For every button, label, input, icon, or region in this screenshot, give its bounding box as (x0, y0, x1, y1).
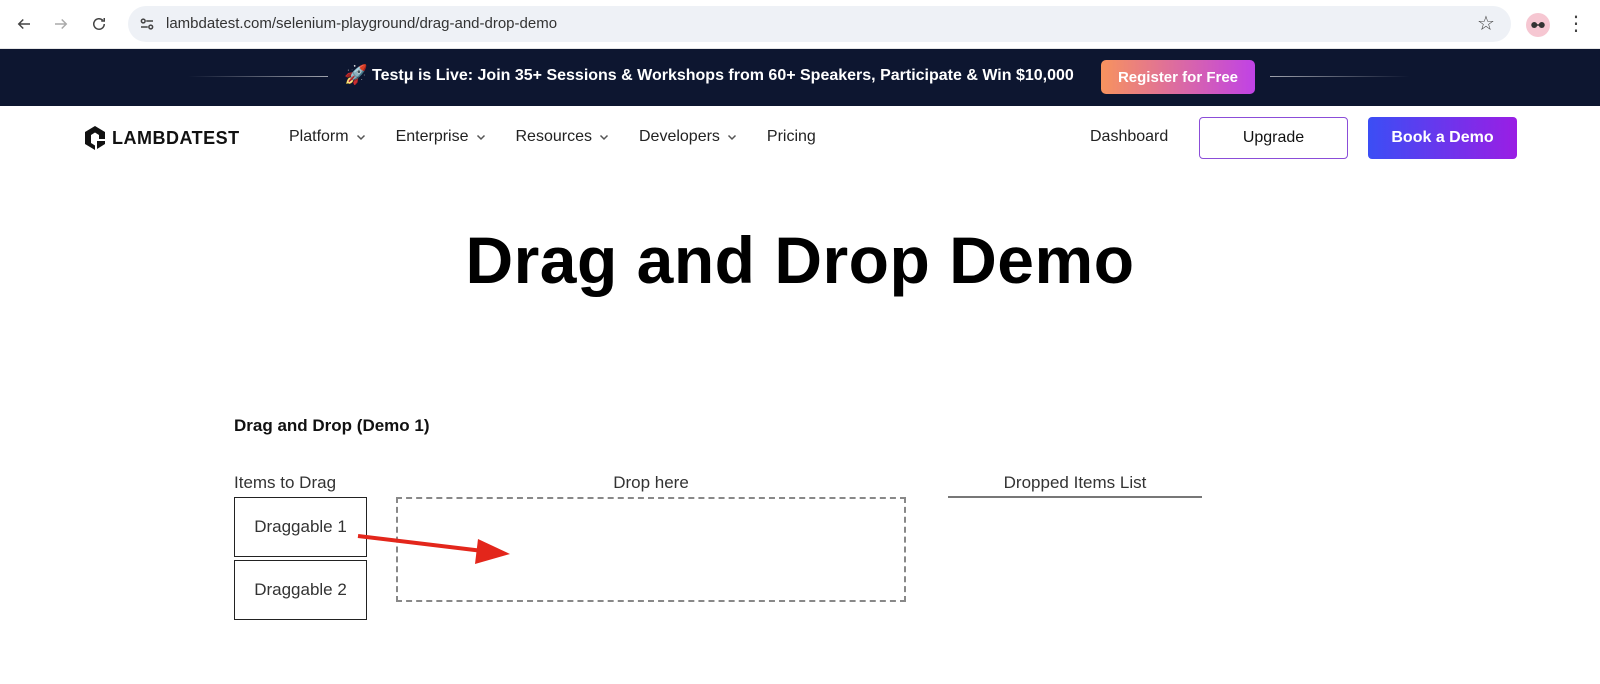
reload-icon[interactable] (87, 12, 111, 36)
logo-text: LAMBDATEST (112, 127, 240, 148)
address-bar[interactable]: lambdatest.com/selenium-playground/drag-… (128, 6, 1511, 42)
chevron-down-icon (356, 134, 365, 141)
book-demo-button[interactable]: Book a Demo (1368, 117, 1517, 159)
menu-item-enterprise[interactable]: Enterprise (396, 128, 486, 146)
site-info-icon[interactable] (138, 15, 156, 33)
upgrade-button[interactable]: Upgrade (1199, 117, 1348, 159)
drop-here-label: Drop here (613, 473, 689, 492)
section-title: Drag and Drop (Demo 1) (234, 416, 430, 435)
menu-item-label: Developers (638, 128, 720, 145)
glasses-icon (1531, 22, 1545, 28)
lambdatest-logo-icon (85, 126, 105, 150)
url-text[interactable]: lambdatest.com/selenium-playground/drag-… (166, 15, 557, 32)
rocket-icon: 🚀 (344, 65, 368, 86)
menu-item-resources[interactable]: Resources (516, 128, 609, 146)
chevron-down-icon (599, 134, 609, 141)
bookmark-star-icon[interactable]: ☆ (1475, 13, 1497, 35)
register-button[interactable]: Register for Free (1101, 60, 1255, 94)
page-title: Drag and Drop Demo (465, 223, 1135, 297)
back-icon[interactable] (12, 12, 36, 36)
drag-direction-arrow-icon (357, 534, 510, 564)
dashboard-link[interactable]: Dashboard (1090, 128, 1168, 146)
items-to-drag-label: Items to Drag (234, 473, 337, 492)
forward-icon[interactable] (49, 12, 73, 36)
lambdatest-logo[interactable]: LAMBDATEST (82, 123, 240, 153)
chevron-down-icon (476, 134, 485, 141)
promo-banner: 🚀 Testμ is Live: Join 35+ Sessions & Wor… (0, 49, 1600, 106)
banner-text: Testμ is Live: Join 35+ Sessions & Works… (372, 67, 1074, 84)
draggable-1[interactable]: Draggable 1 (234, 497, 367, 557)
menu-item-label: Platform (289, 128, 349, 145)
banner-divider-left (188, 76, 328, 77)
browser-menu-icon[interactable]: ⋮ (1566, 12, 1586, 36)
main-menu: Platform Enterprise Resources Developers… (289, 128, 846, 146)
dropped-items-list (948, 496, 1202, 498)
menu-item-platform[interactable]: Platform (289, 128, 366, 146)
profile-avatar[interactable] (1526, 13, 1550, 37)
menu-item-label: Resources (515, 128, 592, 145)
dropped-items-label: Dropped Items List (1003, 473, 1147, 492)
browser-toolbar: lambdatest.com/selenium-playground/drag-… (0, 0, 1600, 49)
menu-item-pricing[interactable]: Pricing (767, 128, 816, 146)
draggable-2[interactable]: Draggable 2 (234, 560, 367, 620)
menu-item-developers[interactable]: Developers (639, 128, 737, 146)
chevron-down-icon (727, 134, 736, 141)
menu-item-label: Enterprise (395, 128, 469, 145)
menu-item-label: Pricing (766, 128, 816, 145)
site-header: LAMBDATEST Platform Enterprise Resources… (0, 106, 1600, 170)
banner-divider-right (1270, 76, 1410, 77)
